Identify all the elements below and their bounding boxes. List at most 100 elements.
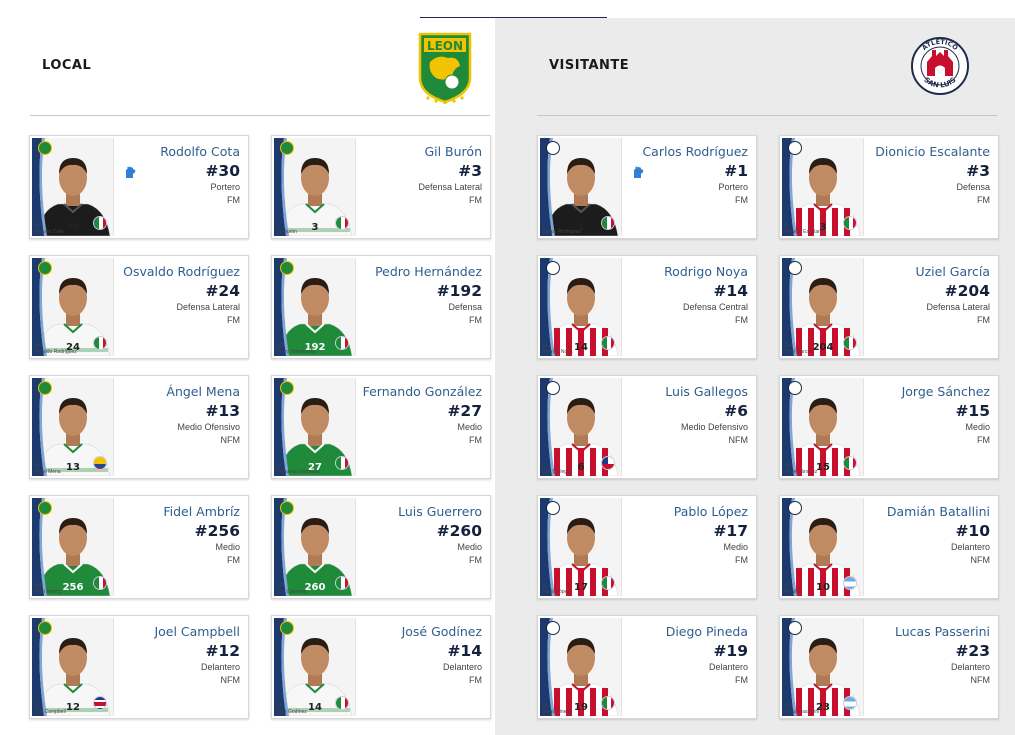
player-card[interactable]: 204 204 Uziel García Uziel García #204 D… [779, 255, 999, 359]
local-players-grid: 30 30 Rodolfo Cota Rodolfo Cota #30 Port… [29, 135, 491, 719]
player-name[interactable]: Rodrigo Noya [620, 264, 748, 280]
svg-text:15: 15 [816, 462, 830, 473]
player-card[interactable]: 6 6 Luis Gallegos Luis Gallegos #6 Medio… [537, 375, 757, 479]
player-card[interactable]: 1 1 Carlos Rodríguez Carlos Rodríguez #1… [537, 135, 757, 239]
photo-caption: 14 Rodrigo Noya [542, 343, 573, 355]
player-card[interactable]: 17 17 Pablo López Pablo López #17 Medio … [537, 495, 757, 599]
team-crest-icon [546, 621, 560, 635]
player-photo: 19 19 Diego Pineda [540, 618, 622, 716]
player-position: Medio [723, 542, 748, 552]
player-info: Jorge Sánchez #15 Medio FM [862, 384, 990, 447]
player-number: #13 [205, 402, 240, 420]
player-name[interactable]: Fernando González [354, 384, 482, 400]
local-team-header: LOCAL LEON [30, 18, 490, 116]
player-info: Dionicio Escalante #3 Defensa FM [862, 144, 990, 207]
player-position: Medio Defensivo [680, 422, 748, 432]
player-name[interactable]: Dionicio Escalante [862, 144, 990, 160]
player-name[interactable]: Pedro Hernández [354, 264, 482, 280]
player-photo: 3 3 Dionicio Escalante [782, 138, 864, 236]
player-name[interactable]: Ángel Mena [112, 384, 240, 400]
svg-text:12: 12 [66, 702, 80, 713]
player-position: Medio [457, 542, 482, 552]
player-number: #15 [955, 402, 990, 420]
player-name[interactable]: Gil Burón [354, 144, 482, 160]
player-name[interactable]: Fidel Ambríz [112, 504, 240, 520]
player-card[interactable]: 12 12 Joel Campbell Joel Campbell #12 De… [29, 615, 249, 719]
photo-caption: 23 Lucas Passerini [784, 703, 820, 715]
player-card[interactable]: 10 10 Batallini Damián Batallini #10 Del… [779, 495, 999, 599]
player-card[interactable]: 27 27 Fernando González Fernando Gonzále… [271, 375, 491, 479]
player-status: NFM [970, 555, 991, 565]
team-crest-icon [280, 501, 294, 515]
visiting-players-grid: 1 1 Carlos Rodríguez Carlos Rodríguez #1… [537, 135, 999, 719]
team-crest-icon [546, 501, 560, 515]
player-status: FM [977, 315, 990, 325]
team-crest-icon [788, 141, 802, 155]
player-card[interactable]: 14 14 José Godínez José Godínez #14 Dela… [271, 615, 491, 719]
player-name[interactable]: Damián Batallini [862, 504, 990, 520]
player-status: FM [977, 195, 990, 205]
player-card[interactable]: 13 13 Ángel Mena Ángel Mena #13 Medio Of… [29, 375, 249, 479]
svg-text:14: 14 [308, 702, 322, 713]
player-card[interactable]: 14 14 Rodrigo Noya Rodrigo Noya #14 Defe… [537, 255, 757, 359]
player-name[interactable]: José Godínez [354, 624, 482, 640]
team-crest-icon [546, 381, 560, 395]
player-position: Defensa Lateral [926, 302, 990, 312]
player-photo: 17 17 Pablo López [540, 498, 622, 596]
player-position: Medio [215, 542, 240, 552]
photo-caption: 6 Luis Gallegos [542, 463, 573, 475]
player-info: Lucas Passerini #23 Delantero NFM [862, 624, 990, 687]
player-status: FM [735, 555, 748, 565]
team-crest-icon [38, 381, 52, 395]
player-photo: 192 192 Pedro Hernández [274, 258, 356, 356]
player-name[interactable]: Uziel García [862, 264, 990, 280]
player-card[interactable]: 260 260 Luis Guerrero Luis Guerrero #260… [271, 495, 491, 599]
player-name[interactable]: Osvaldo Rodríguez [112, 264, 240, 280]
player-card[interactable]: 3 3 Gil Burón Gil Burón #3 Defensa Later… [271, 135, 491, 239]
nationality-flag-icon [93, 696, 107, 710]
player-name[interactable]: Pablo López [620, 504, 748, 520]
visiting-team-header: VISITANTE ATLÉTICO SAN LUIS [537, 18, 997, 116]
player-name[interactable]: Carlos Rodríguez [620, 144, 748, 160]
player-photo: 204 204 Uziel García [782, 258, 864, 356]
player-number: #192 [436, 282, 482, 300]
nationality-flag-icon [601, 216, 615, 230]
player-card[interactable]: 23 23 Lucas Passerini Lucas Passerini #2… [779, 615, 999, 719]
nationality-flag-icon [843, 576, 857, 590]
player-number: #260 [436, 522, 482, 540]
player-name[interactable]: Rodolfo Cota [112, 144, 240, 160]
player-number: #27 [447, 402, 482, 420]
player-position: Defensa [448, 302, 482, 312]
player-card[interactable]: 192 192 Pedro Hernández Pedro Hernández … [271, 255, 491, 359]
player-number: #12 [205, 642, 240, 660]
team-crest-icon [280, 381, 294, 395]
player-card[interactable]: 24 24 Osvaldo Rodríguez Osvaldo Rodrígue… [29, 255, 249, 359]
player-card[interactable]: 19 19 Diego Pineda Diego Pineda #19 Dela… [537, 615, 757, 719]
nationality-flag-icon [93, 576, 107, 590]
player-name[interactable]: Lucas Passerini [862, 624, 990, 640]
nationality-flag-icon [335, 216, 349, 230]
player-number: #19 [713, 642, 748, 660]
svg-text:30: 30 [66, 222, 80, 233]
player-photo: 30 30 Rodolfo Cota [32, 138, 114, 236]
player-number: #14 [713, 282, 748, 300]
photo-caption: 13 Ángel Mena [34, 463, 61, 475]
player-photo: 6 6 Luis Gallegos [540, 378, 622, 476]
player-name[interactable]: Luis Gallegos [620, 384, 748, 400]
player-card[interactable]: 30 30 Rodolfo Cota Rodolfo Cota #30 Port… [29, 135, 249, 239]
player-status: NFM [970, 675, 991, 685]
player-info: Carlos Rodríguez #1 Portero FM [620, 144, 748, 207]
player-position: Delantero [200, 662, 240, 672]
photo-caption: 24 Osvaldo Rodríguez [34, 343, 77, 355]
player-name[interactable]: Diego Pineda [620, 624, 748, 640]
player-name[interactable]: Jorge Sánchez [862, 384, 990, 400]
player-card[interactable]: 3 3 Dionicio Escalante Dionicio Escalant… [779, 135, 999, 239]
player-name[interactable]: Luis Guerrero [354, 504, 482, 520]
nationality-flag-icon [843, 456, 857, 470]
player-card[interactable]: 256 256 Fidel Ambriz Fidel Ambríz #256 M… [29, 495, 249, 599]
svg-text:13: 13 [66, 462, 80, 473]
team-crest-icon [546, 141, 560, 155]
player-status: FM [227, 315, 240, 325]
player-name[interactable]: Joel Campbell [112, 624, 240, 640]
player-card[interactable]: 15 15 Jorge Sánchez Jorge Sánchez #15 Me… [779, 375, 999, 479]
